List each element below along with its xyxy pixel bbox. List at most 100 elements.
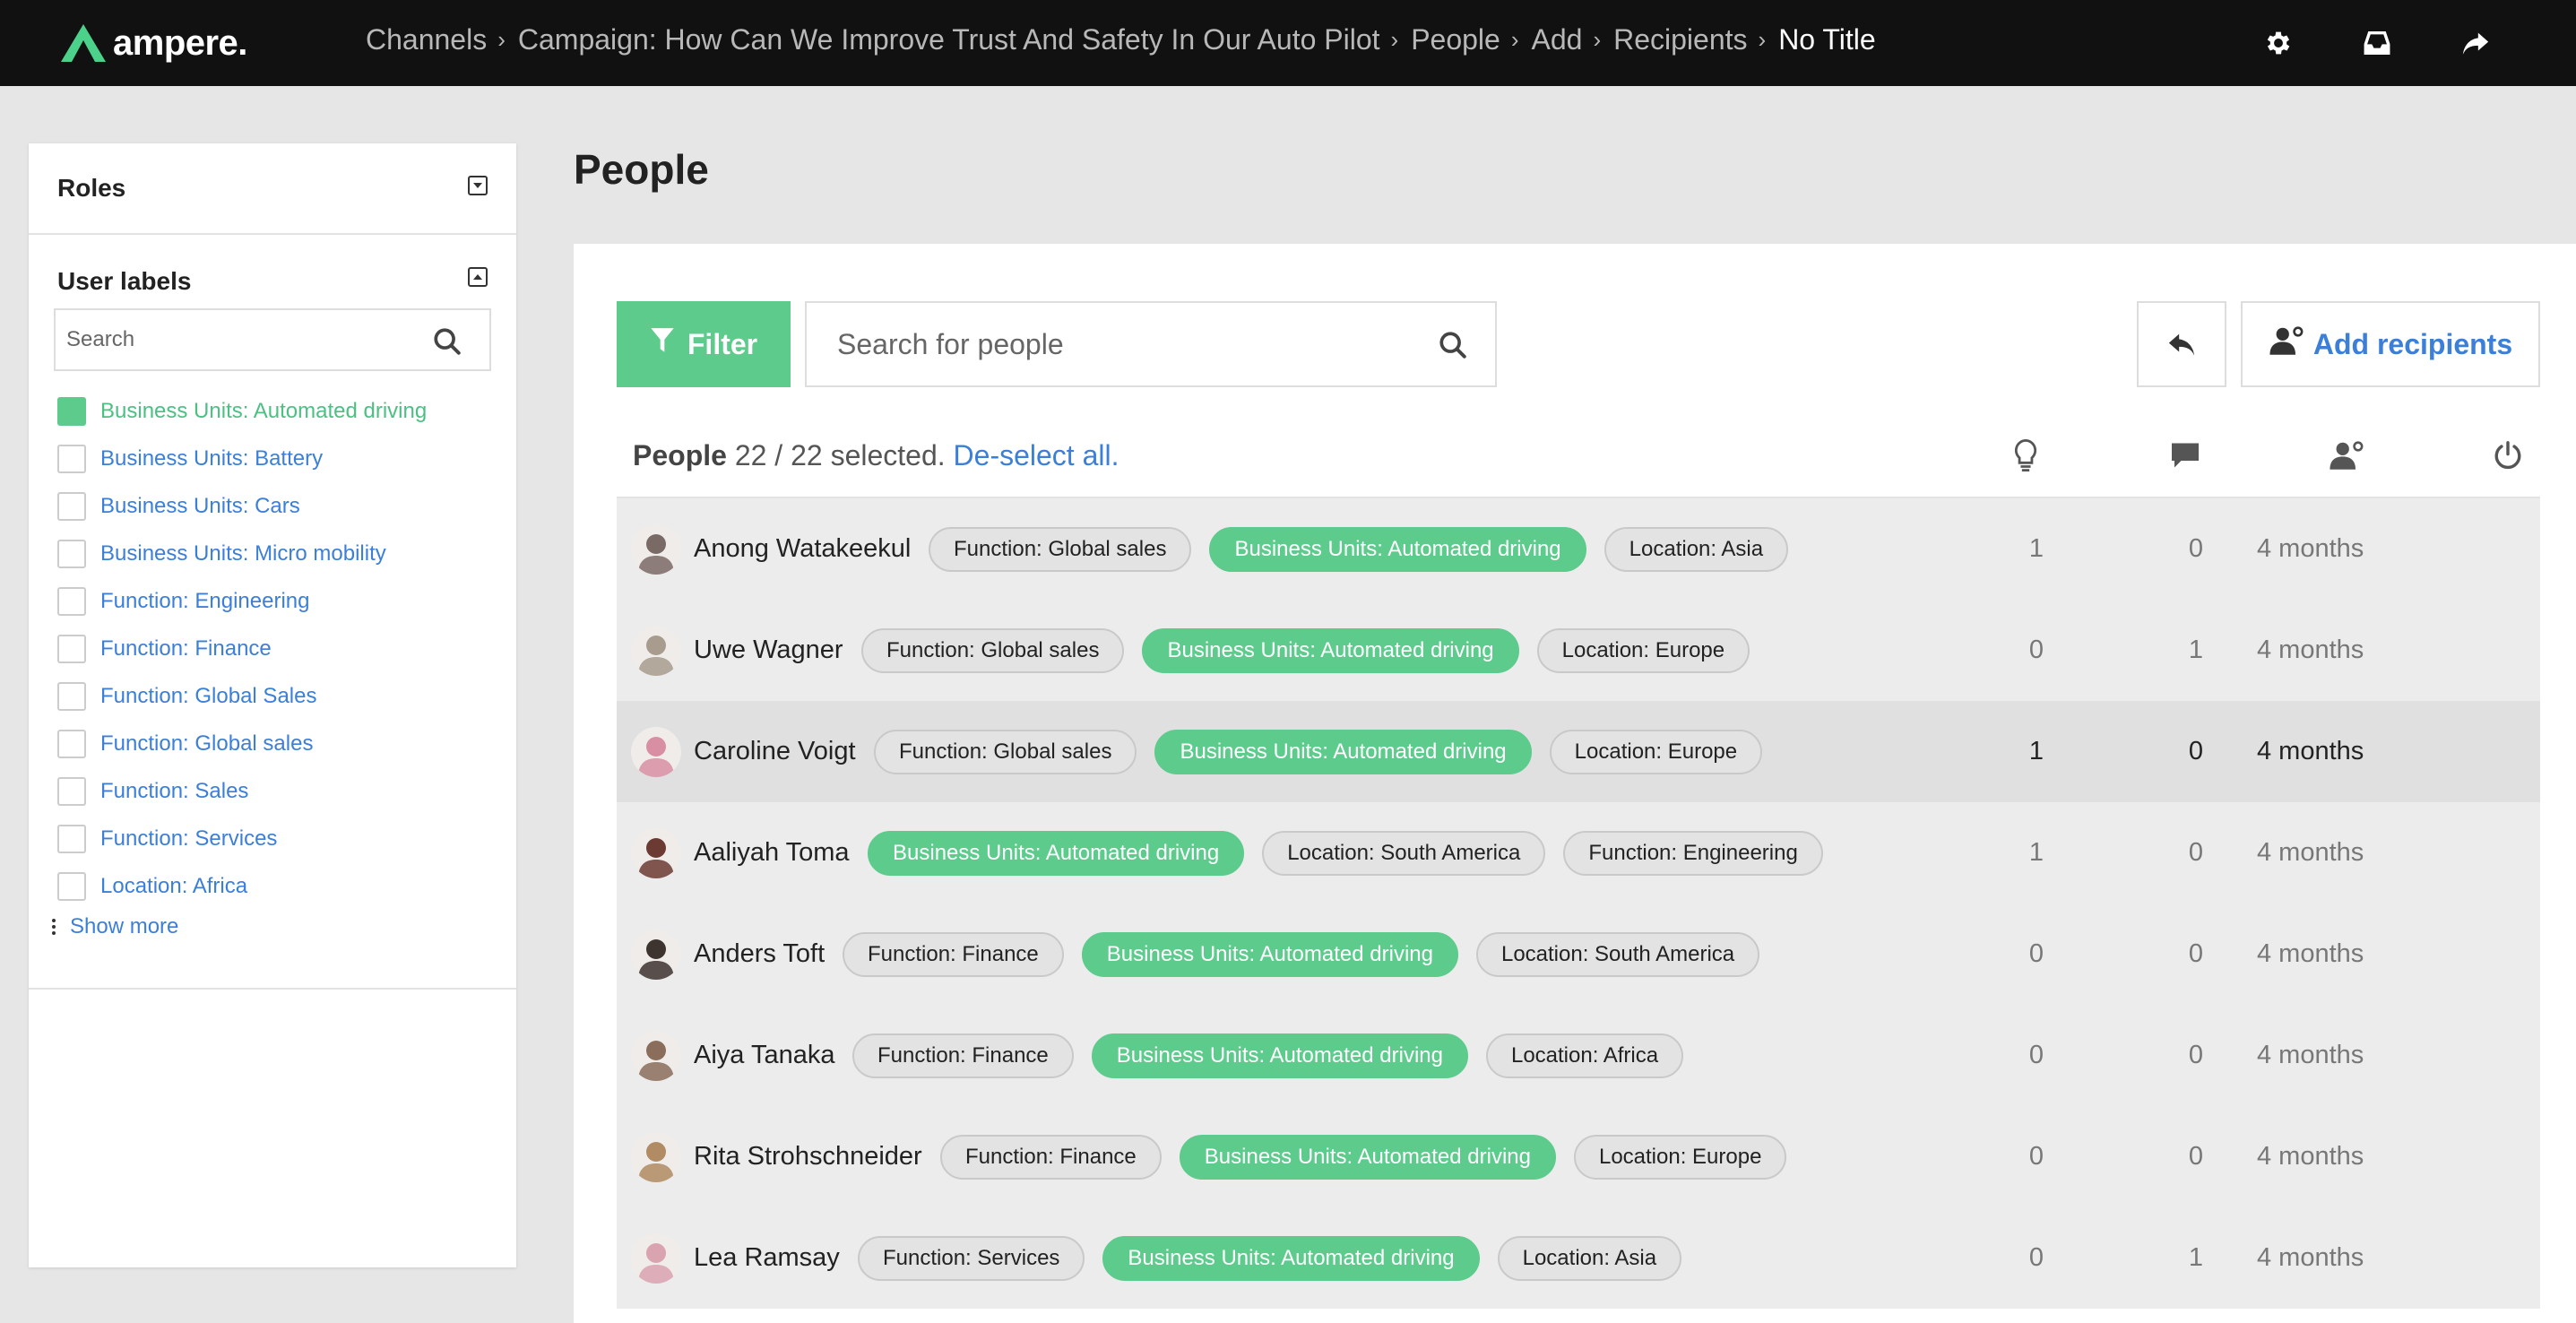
label-tag[interactable]: Function: Finance xyxy=(843,931,1064,977)
label-tag[interactable]: Business Units: Automated driving xyxy=(1142,627,1519,673)
label-checkbox[interactable] xyxy=(57,824,86,853)
label-text[interactable]: Business Units: Battery xyxy=(100,446,323,471)
inbox-icon[interactable] xyxy=(2357,23,2397,63)
label-tag[interactable]: Function: Engineering xyxy=(1563,830,1823,876)
label-checkbox[interactable] xyxy=(57,776,86,806)
label-item[interactable]: Business Units: Automated driving xyxy=(57,387,427,435)
label-tag[interactable]: Location: Europe xyxy=(1536,627,1750,673)
label-text[interactable]: Function: Global Sales xyxy=(100,684,316,709)
breadcrumb: Channels › Campaign: How Can We Improve … xyxy=(366,23,1876,56)
label-item[interactable]: Function: Services xyxy=(57,815,427,862)
label-tag[interactable]: Location: South America xyxy=(1475,931,1760,977)
person-row[interactable]: Anong Watakeekul Function: Global sales Bu… xyxy=(617,498,2540,600)
breadcrumb-channels[interactable]: Channels xyxy=(366,23,487,56)
label-checkbox[interactable] xyxy=(57,539,86,568)
person-row[interactable]: Aaliyah Toma Business Units: Automated dr… xyxy=(617,802,2540,904)
label-item[interactable]: Location: Africa xyxy=(57,862,427,910)
power-icon[interactable] xyxy=(2490,437,2526,473)
label-tag[interactable]: Function: Services xyxy=(858,1235,1085,1281)
person-name[interactable]: Lea Ramsay xyxy=(694,1243,840,1273)
label-text[interactable]: Function: Finance xyxy=(100,636,272,662)
label-tag[interactable]: Function: Finance xyxy=(852,1033,1074,1078)
label-text[interactable]: Location: Africa xyxy=(100,874,247,899)
label-tag[interactable]: Business Units: Automated driving xyxy=(1102,1235,1480,1281)
label-checkbox[interactable] xyxy=(57,444,86,473)
label-item[interactable]: Function: Finance xyxy=(57,625,427,672)
deselect-all-link[interactable]: De-select all. xyxy=(954,439,1119,471)
person-row[interactable]: Anders Toft Function: Finance Business Uni… xyxy=(617,904,2540,1005)
person-name[interactable]: Uwe Wagner xyxy=(694,636,843,665)
label-text[interactable]: Business Units: Cars xyxy=(100,494,300,519)
roles-collapse-toggle[interactable] xyxy=(468,176,488,195)
label-checkbox[interactable] xyxy=(57,871,86,901)
user-labels-collapse-toggle[interactable] xyxy=(468,267,488,287)
person-name[interactable]: Rita Strohschneider xyxy=(694,1142,922,1172)
label-tag[interactable]: Business Units: Automated driving xyxy=(1081,931,1458,977)
label-tag[interactable]: Location: Africa xyxy=(1485,1033,1684,1078)
person-name[interactable]: Anders Toft xyxy=(694,939,825,969)
label-tag[interactable]: Business Units: Automated driving xyxy=(1154,729,1532,774)
people-search-input[interactable] xyxy=(807,327,1416,361)
person-row[interactable]: Aiya Tanaka Function: Finance Business Uni… xyxy=(617,1005,2540,1106)
label-checkbox[interactable] xyxy=(57,681,86,711)
breadcrumb-recipients[interactable]: Recipients xyxy=(1613,23,1747,56)
back-button[interactable] xyxy=(2137,301,2226,387)
ampere-logo[interactable]: ampere. xyxy=(59,16,247,70)
person-labels: Function: Services Business Units: Automa… xyxy=(858,1235,1682,1281)
share-icon[interactable] xyxy=(2456,23,2495,63)
label-tag[interactable]: Business Units: Automated driving xyxy=(1091,1033,1468,1078)
label-text[interactable]: Function: Global sales xyxy=(100,731,313,757)
person-name[interactable]: Aaliyah Toma xyxy=(694,838,850,868)
label-item[interactable]: Function: Global Sales xyxy=(57,672,427,720)
label-tag[interactable]: Business Units: Automated driving xyxy=(1209,526,1586,572)
add-recipients-button[interactable]: Add recipients xyxy=(2241,301,2540,387)
person-row[interactable]: Uwe Wagner Function: Global sales Business… xyxy=(617,600,2540,701)
label-item[interactable]: Function: Engineering xyxy=(57,577,427,625)
label-tag[interactable]: Function: Global sales xyxy=(861,627,1125,673)
user-icon[interactable] xyxy=(2329,437,2364,473)
show-more-text[interactable]: Show more xyxy=(70,914,178,939)
label-text[interactable]: Function: Sales xyxy=(100,779,248,804)
label-tag[interactable]: Function: Finance xyxy=(940,1134,1162,1180)
gear-icon[interactable] xyxy=(2259,23,2298,63)
show-more-link[interactable]: Show more xyxy=(52,914,178,939)
label-item[interactable]: Business Units: Cars xyxy=(57,482,427,530)
comment-icon[interactable] xyxy=(2167,437,2203,473)
label-tag[interactable]: Location: Europe xyxy=(1549,729,1763,774)
label-tag[interactable]: Location: Europe xyxy=(1573,1134,1787,1180)
label-text[interactable]: Business Units: Micro mobility xyxy=(100,541,386,566)
label-text[interactable]: Function: Services xyxy=(100,826,277,852)
label-tag[interactable]: Function: Global sales xyxy=(929,526,1192,572)
search-icon[interactable] xyxy=(432,326,462,361)
person-name[interactable]: Caroline Voigt xyxy=(694,737,856,766)
label-tag[interactable]: Location: South America xyxy=(1262,830,1546,876)
label-item[interactable]: Function: Sales xyxy=(57,767,427,815)
person-row[interactable]: Caroline Voigt Function: Global sales Busi… xyxy=(617,701,2540,802)
label-text[interactable]: Function: Engineering xyxy=(100,589,309,614)
breadcrumb-add[interactable]: Add xyxy=(1532,23,1583,56)
breadcrumb-people[interactable]: People xyxy=(1411,23,1500,56)
label-checkbox[interactable] xyxy=(57,634,86,663)
label-item[interactable]: Function: Global sales xyxy=(57,720,427,767)
label-tag[interactable]: Business Units: Automated driving xyxy=(868,830,1245,876)
label-text[interactable]: Business Units: Automated driving xyxy=(100,399,427,424)
label-checkbox[interactable] xyxy=(57,491,86,521)
person-name[interactable]: Aiya Tanaka xyxy=(694,1041,834,1070)
filter-button[interactable]: Filter xyxy=(617,301,791,387)
person-row[interactable]: Lea Ramsay Function: Services Business Uni… xyxy=(617,1207,2540,1309)
label-checkbox[interactable] xyxy=(57,729,86,758)
label-tag[interactable]: Location: Asia xyxy=(1604,526,1789,572)
label-tag[interactable]: Business Units: Automated driving xyxy=(1179,1134,1556,1180)
label-checkbox[interactable] xyxy=(57,586,86,616)
search-icon[interactable] xyxy=(1438,330,1468,365)
label-search-input[interactable] xyxy=(56,327,432,352)
person-name[interactable]: Anong Watakeekul xyxy=(694,534,911,564)
label-tag[interactable]: Location: Asia xyxy=(1497,1235,1682,1281)
breadcrumb-campaign[interactable]: Campaign: How Can We Improve Trust And S… xyxy=(518,23,1380,56)
label-checkbox[interactable] xyxy=(57,396,86,426)
label-tag[interactable]: Function: Global sales xyxy=(874,729,1137,774)
label-item[interactable]: Business Units: Battery xyxy=(57,435,427,482)
label-item[interactable]: Business Units: Micro mobility xyxy=(57,530,427,577)
bulb-icon[interactable] xyxy=(2008,437,2044,473)
person-row[interactable]: Rita Strohschneider Function: Finance Busi… xyxy=(617,1106,2540,1207)
